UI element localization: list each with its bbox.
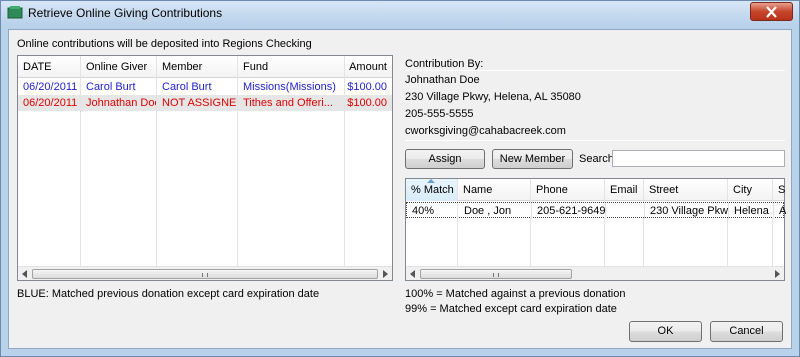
cell-amount: $100.00 [347, 97, 387, 109]
divider [405, 70, 785, 71]
contribution-by-heading: Contribution By: [405, 58, 484, 70]
horizontal-scrollbar[interactable] [18, 266, 392, 280]
cell-name: Doe , Jon [459, 203, 532, 219]
close-button[interactable] [750, 2, 793, 21]
cell-email [606, 203, 645, 219]
dialog-window: Retrieve Online Giving Contributions Onl… [0, 0, 800, 357]
match-100-note: 100% = Matched against a previous donati… [405, 288, 626, 300]
column-header-online-giver[interactable]: Online Giver [81, 56, 157, 78]
cell-fund: Tithes and Offeri... [238, 95, 345, 111]
contribution-row[interactable]: 06/20/2011 Johnathan Doe NOT ASSIGNED Ti… [18, 95, 392, 111]
column-header-state[interactable]: S [773, 179, 785, 201]
cell-giver: Johnathan Doe [81, 95, 157, 111]
cell-match: 40% [407, 203, 458, 219]
title-bar[interactable]: Retrieve Online Giving Contributions [1, 1, 799, 25]
column-header-email[interactable]: Email [605, 179, 644, 201]
contributor-address: 230 Village Pkwy, Helena, AL 35080 [405, 91, 581, 103]
column-header-fund[interactable]: Fund [238, 56, 345, 78]
column-header-street[interactable]: Street [644, 179, 728, 201]
contributions-header: DATE Online Giver Member Fund Amount [18, 56, 392, 78]
member-matches-grid[interactable]: % Match Name Phone Email Street City S 4… [405, 178, 786, 281]
scroll-right-icon[interactable] [380, 269, 390, 279]
ok-button[interactable]: OK [629, 321, 702, 342]
column-header-date[interactable]: DATE [18, 56, 81, 78]
column-header-member[interactable]: Member [157, 56, 238, 78]
contributions-grid[interactable]: DATE Online Giver Member Fund Amount 06/… [17, 55, 393, 281]
assign-button[interactable]: Assign [405, 149, 485, 169]
cell-member: Carol Burt [157, 79, 238, 95]
scroll-left-icon[interactable] [20, 269, 30, 279]
contribution-row[interactable]: 06/20/2011 Carol Burt Carol Burt Mission… [18, 79, 392, 95]
contributor-name: Johnathan Doe [405, 74, 480, 86]
scrollbar-thumb[interactable] [32, 269, 378, 279]
cell-amount: $100.00 [347, 81, 387, 93]
horizontal-scrollbar[interactable] [406, 266, 784, 280]
matches-header: % Match Name Phone Email Street City S [406, 179, 785, 201]
column-header-match-label: % Match [411, 184, 454, 196]
scroll-left-icon[interactable] [408, 269, 418, 279]
cell-city: Helena [729, 203, 774, 219]
sort-arrow-icon [427, 179, 435, 183]
app-icon [7, 6, 23, 19]
blue-legend-text: BLUE: Matched previous donation except c… [17, 288, 320, 300]
cell-state: A [779, 205, 786, 217]
column-header-city[interactable]: City [728, 179, 773, 201]
cell-street: 230 Village Pkwy [645, 203, 729, 219]
dialog-client: Online contributions will be deposited i… [8, 29, 792, 349]
column-header-phone[interactable]: Phone [531, 179, 605, 201]
cell-phone: 205-621-9649 [532, 203, 606, 219]
column-header-match[interactable]: % Match [406, 179, 458, 201]
cell-fund: Missions(Missions) [238, 79, 345, 95]
contributor-email: cworksgiving@cahabacreek.com [405, 125, 566, 137]
cancel-button[interactable]: Cancel [710, 321, 783, 342]
cell-date: 06/20/2011 [18, 79, 81, 95]
contributor-phone: 205-555-5555 [405, 108, 474, 120]
column-header-name[interactable]: Name [458, 179, 531, 201]
divider [405, 140, 785, 141]
deposit-account-text: Online contributions will be deposited i… [17, 38, 312, 50]
cell-date: 06/20/2011 [18, 95, 81, 111]
scroll-right-icon[interactable] [772, 269, 782, 279]
match-row[interactable]: 40% Doe , Jon 205-621-9649 230 Village P… [406, 202, 786, 219]
column-header-amount[interactable]: Amount [345, 56, 392, 78]
match-99-note: 99% = Matched except card expiration dat… [405, 303, 617, 315]
cell-giver: Carol Burt [81, 79, 157, 95]
window-title: Retrieve Online Giving Contributions [28, 6, 223, 20]
new-member-button[interactable]: New Member [492, 149, 573, 169]
scrollbar-thumb[interactable] [420, 269, 572, 279]
search-input[interactable] [612, 150, 785, 167]
close-icon [766, 6, 777, 18]
cell-member: NOT ASSIGNED [157, 95, 238, 111]
